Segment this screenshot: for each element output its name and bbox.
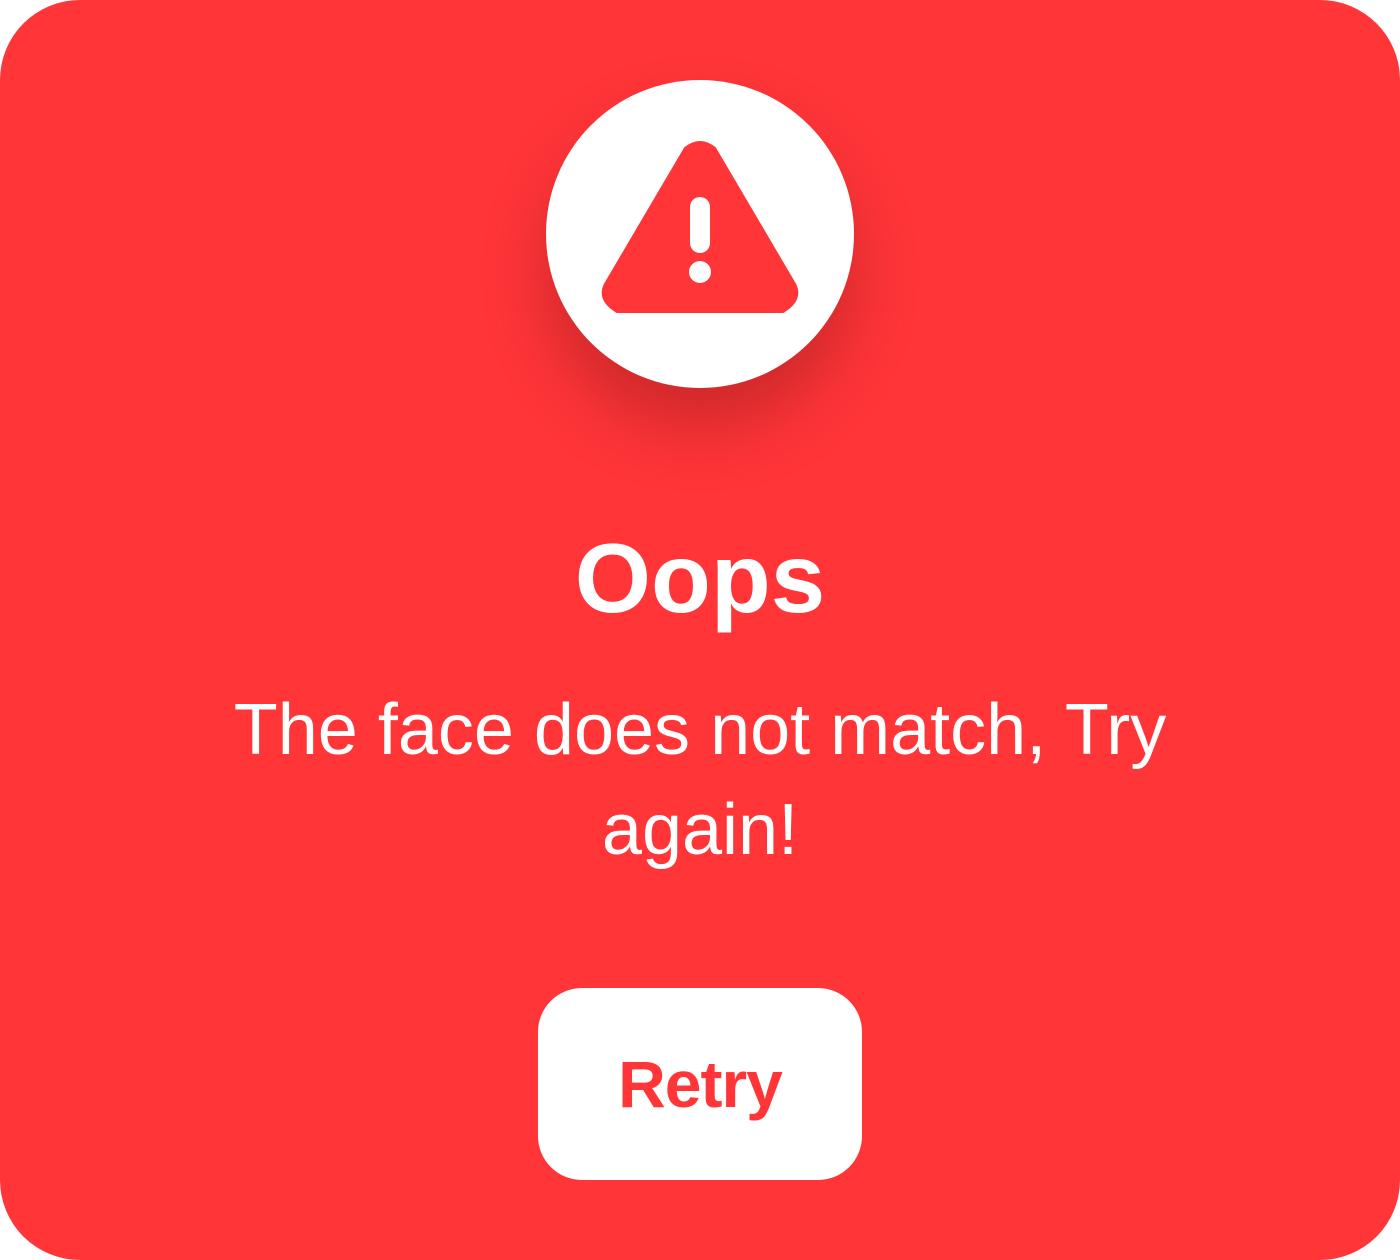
error-message: The face does not match, Try again! xyxy=(233,690,1167,870)
retry-button[interactable]: Retry xyxy=(538,988,862,1180)
dialog-title: Oops xyxy=(574,523,826,633)
error-dialog: Oops The face does not match, Try again!… xyxy=(0,0,1400,1260)
warning-triangle-icon xyxy=(601,141,799,313)
warning-icon-badge xyxy=(546,80,854,388)
